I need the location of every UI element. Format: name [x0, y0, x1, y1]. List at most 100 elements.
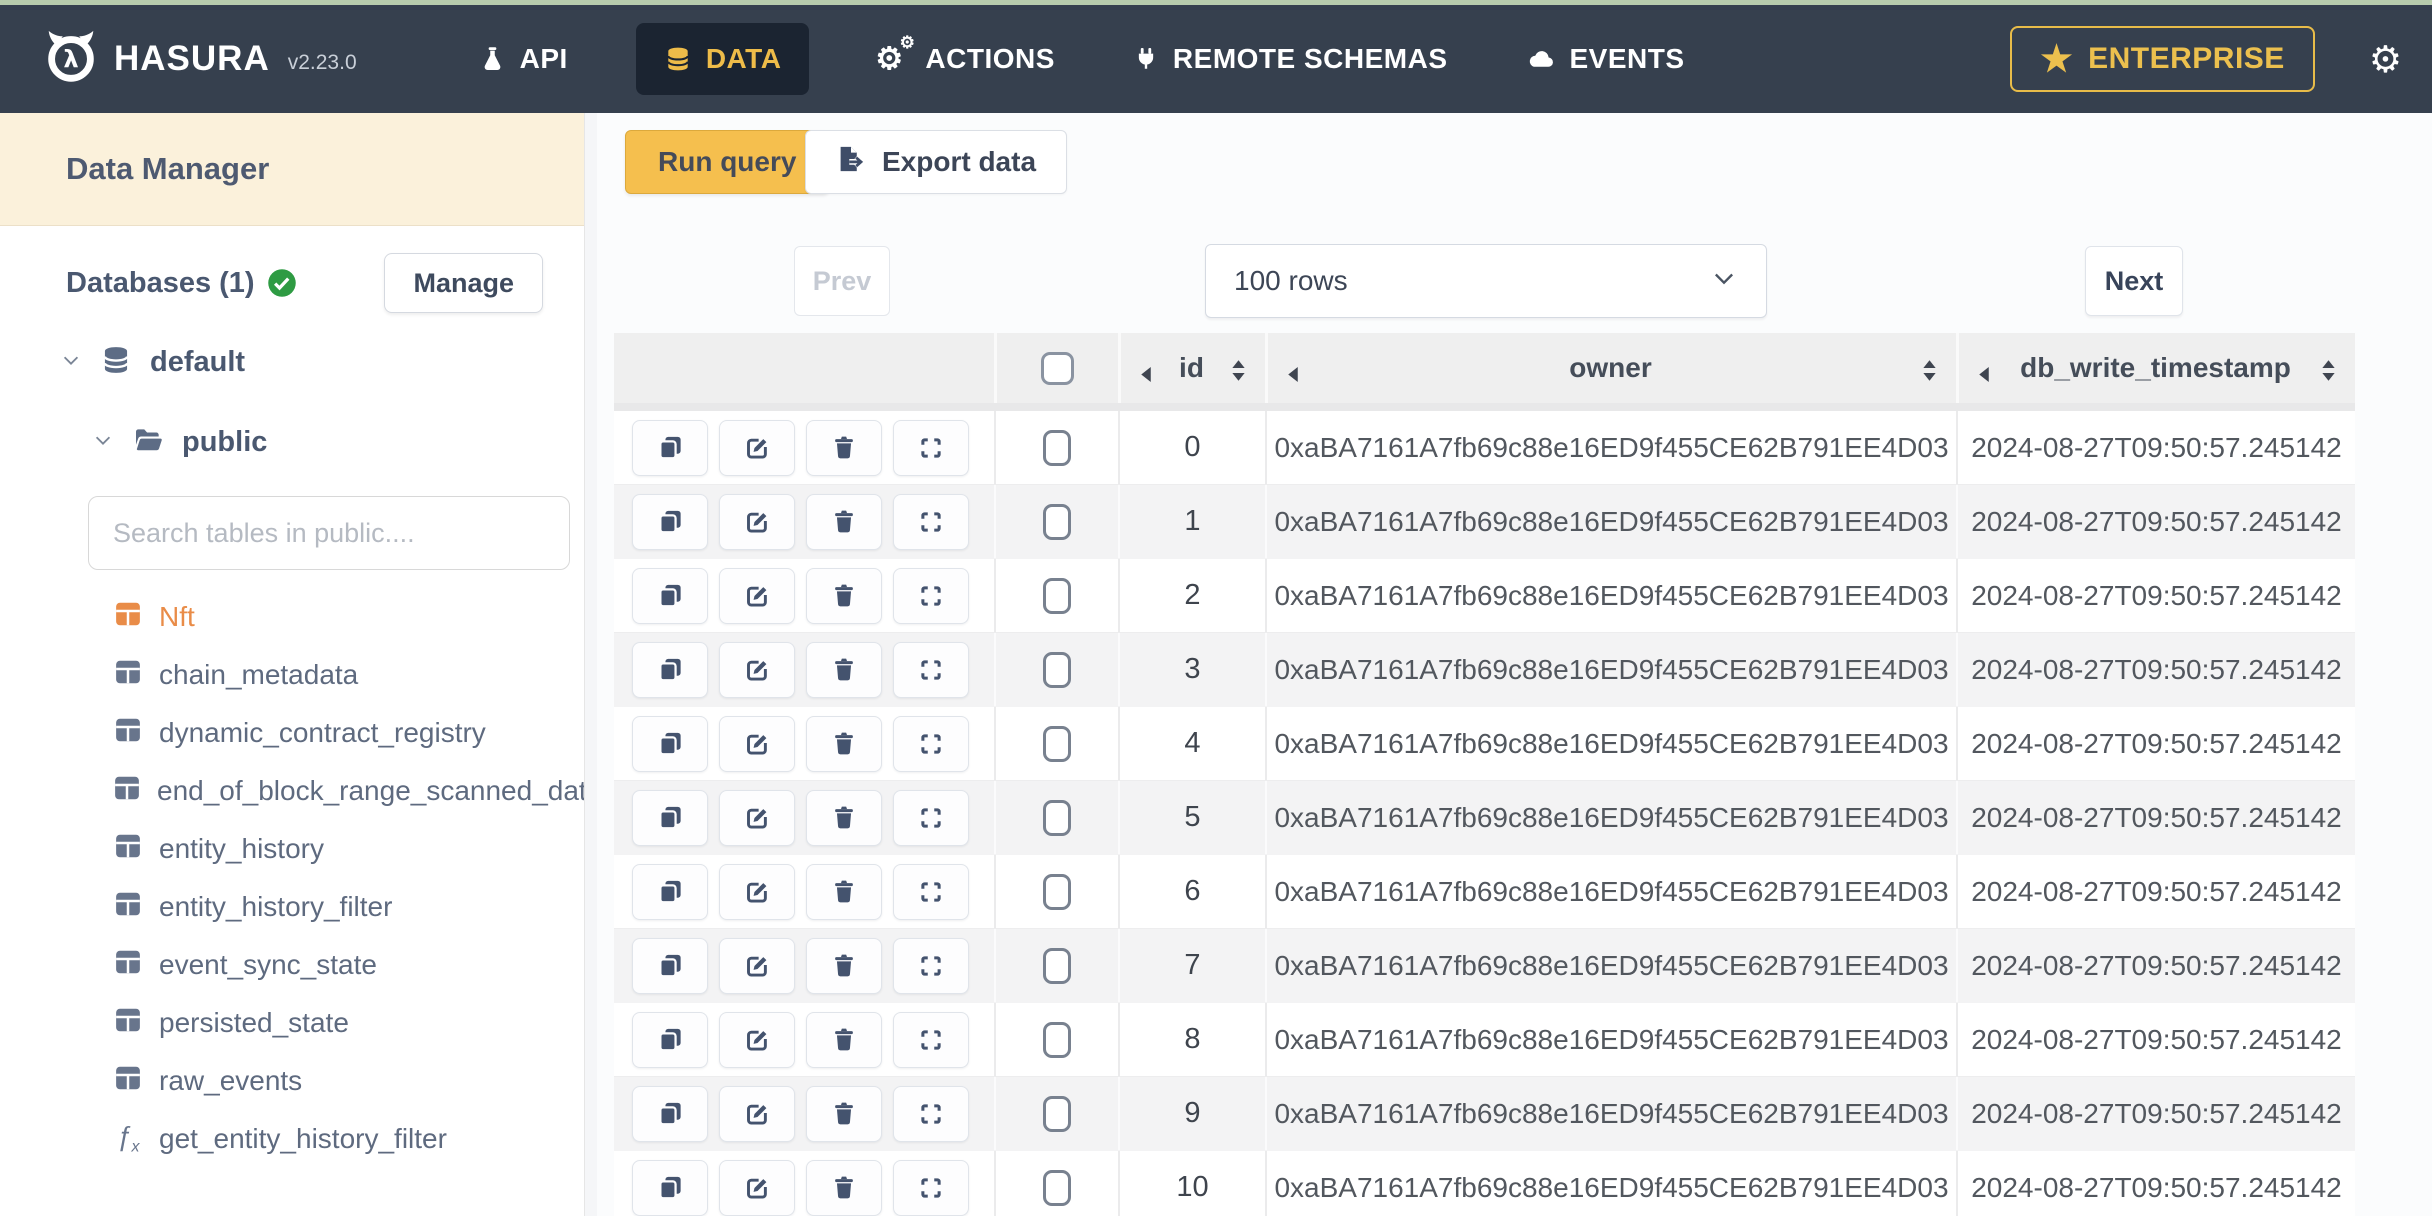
sort-icon[interactable] [2320, 357, 2337, 381]
prev-page-button[interactable]: Prev [794, 246, 890, 316]
clone-row-button[interactable] [632, 863, 708, 920]
copy-icon [657, 434, 684, 461]
clone-row-button[interactable] [632, 419, 708, 476]
clone-row-button[interactable] [632, 1159, 708, 1216]
export-data-button[interactable]: Export data [805, 130, 1068, 194]
row-checkbox[interactable] [1043, 1095, 1071, 1132]
delete-row-button[interactable] [806, 1159, 882, 1216]
expand-row-button[interactable] [893, 1085, 969, 1142]
expand-row-button[interactable] [893, 1159, 969, 1216]
sidebar-table-item[interactable]: ƒx Nft [0, 588, 597, 646]
row-checkbox[interactable] [1043, 725, 1071, 762]
nav-item-data[interactable]: DATA [635, 23, 810, 95]
row-checkbox[interactable] [1043, 947, 1071, 984]
clone-row-button[interactable] [632, 641, 708, 698]
expand-row-button[interactable] [893, 493, 969, 550]
chevron-down-icon[interactable] [60, 349, 82, 376]
chevron-down-icon[interactable] [92, 429, 114, 456]
sidebar-table-item[interactable]: ƒx entity_history [0, 820, 597, 878]
edit-row-button[interactable] [719, 937, 795, 994]
manage-button[interactable]: Manage [384, 253, 543, 313]
row-checkbox[interactable] [1043, 503, 1071, 540]
tree-node-database[interactable]: default [0, 330, 597, 394]
freeze-column-icon[interactable] [1977, 359, 1991, 382]
copy-icon [657, 952, 684, 979]
expand-row-button[interactable] [893, 567, 969, 624]
row-checkbox[interactable] [1043, 1169, 1071, 1206]
sidebar-table-item[interactable]: ƒx entity_history_filter [0, 878, 597, 936]
delete-row-button[interactable] [806, 937, 882, 994]
timestamp-column-header[interactable]: db_write_timestamp [1959, 352, 2355, 384]
select-all-checkbox[interactable] [1041, 351, 1074, 385]
edit-row-button[interactable] [719, 1085, 795, 1142]
owner-column-header[interactable]: owner [1268, 352, 1956, 384]
clone-row-button[interactable] [632, 789, 708, 846]
enterprise-button[interactable]: ★ ENTERPRISE [2010, 26, 2315, 92]
delete-row-button[interactable] [806, 493, 882, 550]
row-checkbox[interactable] [1043, 873, 1071, 910]
nav-item-events[interactable]: EVENTS [1516, 23, 1695, 95]
expand-row-button[interactable] [893, 715, 969, 772]
row-checkbox[interactable] [1043, 799, 1071, 836]
delete-row-button[interactable] [806, 641, 882, 698]
id-column-header[interactable]: id [1121, 352, 1265, 384]
clone-row-button[interactable] [632, 493, 708, 550]
sidebar-table-item[interactable]: ƒx chain_metadata [0, 646, 597, 704]
sidebar-table-item[interactable]: ƒx get_entity_history_filter [0, 1110, 597, 1168]
edit-row-button[interactable] [719, 1011, 795, 1068]
edit-row-button[interactable] [719, 789, 795, 846]
sidebar-table-item[interactable]: ƒx persisted_state [0, 994, 597, 1052]
edit-row-button[interactable] [719, 493, 795, 550]
settings-gear-icon[interactable]: ⚙ [2369, 38, 2402, 81]
hasura-logo[interactable]: λ HASURA v2.23.0 [40, 26, 357, 93]
freeze-column-icon[interactable] [1286, 359, 1300, 382]
row-checkbox[interactable] [1043, 577, 1071, 614]
rows-per-page-select[interactable]: 100 rows [1205, 244, 1767, 318]
sidebar-table-item[interactable]: ƒx event_sync_state [0, 936, 597, 994]
sidebar-scrollbar[interactable] [584, 113, 597, 1216]
nav-item-api[interactable]: API [469, 23, 578, 95]
delete-row-button[interactable] [806, 1011, 882, 1068]
clone-row-button[interactable] [632, 567, 708, 624]
edit-row-button[interactable] [719, 567, 795, 624]
delete-row-button[interactable] [806, 567, 882, 624]
freeze-column-icon[interactable] [1139, 359, 1153, 382]
row-checkbox[interactable] [1043, 651, 1071, 688]
row-checkbox[interactable] [1043, 1021, 1071, 1058]
expand-row-button[interactable] [893, 1011, 969, 1068]
run-query-button[interactable]: Run query [625, 130, 830, 194]
expand-row-button[interactable] [893, 419, 969, 476]
edit-row-button[interactable] [719, 715, 795, 772]
sidebar-table-item[interactable]: ƒx end_of_block_range_scanned_data [0, 762, 602, 820]
cell-owner: 0xaBA7161A7fb69c88e16ED9f455CE62B791EE4D… [1265, 1077, 1956, 1150]
edit-row-button[interactable] [719, 1159, 795, 1216]
nav-item-remote-schemas[interactable]: REMOTE SCHEMAS [1123, 23, 1458, 95]
delete-row-button[interactable] [806, 419, 882, 476]
clone-row-button[interactable] [632, 1011, 708, 1068]
sort-icon[interactable] [1921, 357, 1938, 381]
delete-row-button[interactable] [806, 1085, 882, 1142]
expand-row-button[interactable] [893, 641, 969, 698]
tree-node-schema[interactable]: public [0, 410, 597, 474]
edit-row-button[interactable] [719, 419, 795, 476]
search-tables-input[interactable] [88, 496, 570, 570]
delete-row-button[interactable] [806, 863, 882, 920]
clone-row-button[interactable] [632, 1085, 708, 1142]
nav-item-actions[interactable]: ⚙ ⚙ ACTIONS [867, 23, 1065, 95]
clone-row-button[interactable] [632, 937, 708, 994]
row-checkbox[interactable] [1043, 429, 1071, 466]
expand-row-button[interactable] [893, 937, 969, 994]
clone-row-button[interactable] [632, 715, 708, 772]
next-page-button[interactable]: Next [2085, 246, 2183, 316]
sidebar-table-item[interactable]: ƒx dynamic_contract_registry [0, 704, 597, 762]
expand-row-button[interactable] [893, 863, 969, 920]
expand-icon [918, 805, 944, 831]
edit-row-button[interactable] [719, 641, 795, 698]
expand-row-button[interactable] [893, 789, 969, 846]
edit-row-button[interactable] [719, 863, 795, 920]
sidebar-table-item[interactable]: ƒx raw_events [0, 1052, 597, 1110]
sort-icon[interactable] [1230, 357, 1247, 381]
delete-row-button[interactable] [806, 715, 882, 772]
trash-icon [831, 434, 857, 461]
delete-row-button[interactable] [806, 789, 882, 846]
